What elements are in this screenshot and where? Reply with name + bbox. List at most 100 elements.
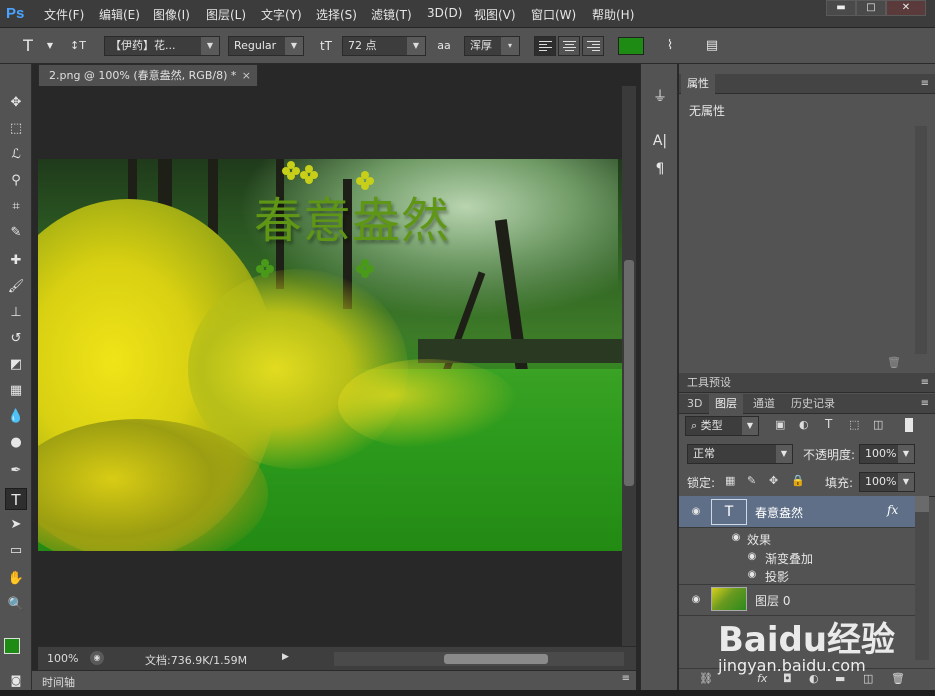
warp-text-icon[interactable]: ⌇ — [660, 36, 680, 56]
character-panel-toggle-icon[interactable]: ▤ — [702, 36, 722, 56]
fx-icon[interactable]: fx — [887, 503, 898, 517]
paragraph-panel-icon[interactable]: ¶ — [649, 158, 671, 180]
menu-view[interactable]: 视图(V) — [474, 6, 516, 23]
tab-layers[interactable]: 图层 — [709, 394, 743, 414]
lock-pixels-icon[interactable]: ✎ — [747, 474, 756, 487]
close-button[interactable]: ✕ — [886, 0, 926, 16]
path-selection-tool-icon[interactable]: ➤ — [5, 514, 27, 536]
minimize-button[interactable]: ▬ — [826, 0, 856, 16]
panel-menu-icon[interactable]: ≡ — [921, 394, 929, 414]
menu-type[interactable]: 文字(Y) — [261, 6, 302, 23]
layer-effects-row[interactable]: ◉ 效果 — [679, 529, 915, 547]
timeline-label[interactable]: 时间轴 — [42, 674, 75, 690]
lock-all-icon[interactable]: 🔒 — [791, 474, 805, 487]
quick-mask-icon[interactable]: ◙ — [5, 670, 27, 692]
document-tab[interactable]: 2.png @ 100% (春意盎然, RGB/8) * × — [38, 64, 258, 86]
pen-tool-icon[interactable]: ✒ — [5, 460, 27, 482]
zoom-tool-icon[interactable]: 🔍 — [5, 594, 27, 616]
quick-selection-tool-icon[interactable]: ⚲ — [5, 170, 27, 192]
opacity-input[interactable]: 100% ▼ — [859, 444, 915, 464]
layer-name[interactable]: 春意盎然 — [755, 504, 803, 521]
menu-edit[interactable]: 编辑(E) — [99, 6, 140, 23]
blend-mode-select[interactable]: 正常 ▼ — [687, 444, 793, 464]
eye-icon[interactable]: ◉ — [729, 532, 743, 544]
blur-tool-icon[interactable]: 💧 — [5, 406, 27, 428]
tab-3d[interactable]: 3D — [681, 394, 708, 414]
tab-channels[interactable]: 通道 — [747, 394, 781, 414]
tab-tool-presets[interactable]: 工具预设 — [681, 373, 737, 393]
text-color-swatch[interactable] — [618, 37, 644, 55]
brush-tool-icon[interactable]: 🖌 — [5, 276, 27, 298]
dodge-tool-icon[interactable]: ● — [5, 432, 27, 454]
link-layers-icon[interactable]: ⛓ — [699, 672, 713, 685]
font-style-select[interactable]: Regular ▼ — [228, 36, 304, 56]
align-center-button[interactable] — [558, 36, 580, 56]
horizontal-scrollbar-thumb[interactable] — [444, 654, 548, 664]
filter-toggle-icon[interactable] — [905, 418, 913, 432]
align-left-button[interactable] — [534, 36, 556, 56]
canvas-text-layer[interactable]: 春意盎然 — [254, 181, 450, 251]
panel-menu-icon[interactable]: ≡ — [622, 673, 630, 684]
menu-filter[interactable]: 滤镜(T) — [371, 6, 412, 23]
layer-row-text[interactable]: ◉ T 春意盎然 fx — [679, 496, 915, 528]
menu-select[interactable]: 选择(S) — [316, 6, 357, 23]
healing-brush-tool-icon[interactable]: ✚ — [5, 250, 27, 272]
font-family-select[interactable]: 【伊药】花... ▼ — [104, 36, 220, 56]
lock-transparent-icon[interactable]: ▦ — [725, 474, 735, 487]
character-panel-icon[interactable]: A| — [649, 130, 671, 152]
layer-filter-select[interactable]: ⌕ 类型 ▼ — [685, 416, 759, 436]
status-menu-icon[interactable]: ◉ — [90, 651, 104, 665]
marquee-tool-icon[interactable]: ⬚ — [5, 118, 27, 140]
align-right-button[interactable] — [582, 36, 604, 56]
text-orientation-icon[interactable]: ↕T — [68, 36, 88, 56]
lasso-tool-icon[interactable]: ℒ — [5, 144, 27, 166]
vertical-scrollbar-thumb[interactable] — [624, 260, 634, 486]
layers-scrollbar-thumb[interactable] — [915, 496, 929, 512]
properties-scrollbar[interactable] — [915, 126, 927, 354]
filter-type-icon[interactable]: T — [825, 417, 832, 431]
effect-row[interactable]: ◉ 投影 — [679, 566, 915, 584]
eye-icon[interactable]: ◉ — [689, 506, 703, 518]
menu-help[interactable]: 帮助(H) — [592, 6, 634, 23]
eye-icon[interactable]: ◉ — [745, 551, 759, 563]
effect-row[interactable]: ◉ 渐变叠加 — [679, 548, 915, 566]
eye-icon[interactable]: ◉ — [745, 569, 759, 581]
filter-pixel-icon[interactable]: ▣ — [775, 418, 785, 431]
layers-scrollbar[interactable] — [915, 512, 929, 660]
eraser-tool-icon[interactable]: ◩ — [5, 354, 27, 376]
gradient-tool-icon[interactable]: ▦ — [5, 380, 27, 402]
eyedropper-tool-icon[interactable]: ✎ — [5, 222, 27, 244]
move-tool-icon[interactable]: ✥ — [5, 92, 27, 114]
document-image[interactable]: 春意盎然 — [38, 159, 622, 551]
maximize-button[interactable]: □ — [856, 0, 886, 16]
lock-position-icon[interactable]: ✥ — [769, 474, 778, 487]
hand-tool-icon[interactable]: ✋ — [5, 568, 27, 590]
status-arrow-icon[interactable]: ▶ — [282, 652, 289, 662]
rectangle-tool-icon[interactable]: ▭ — [5, 540, 27, 562]
close-icon[interactable]: × — [242, 65, 251, 87]
antialias-select[interactable]: 浑厚 ▾ — [464, 36, 520, 56]
type-tool-icon[interactable]: T — [5, 488, 27, 510]
vertical-scrollbar[interactable] — [622, 86, 636, 646]
menu-file[interactable]: 文件(F) — [44, 6, 84, 23]
menu-image[interactable]: 图像(I) — [153, 6, 190, 23]
crop-tool-icon[interactable]: ⌗ — [5, 196, 27, 218]
filter-smart-object-icon[interactable]: ◫ — [873, 418, 883, 431]
clone-stamp-tool-icon[interactable]: ⊥ — [5, 302, 27, 324]
menu-3d[interactable]: 3D(D) — [427, 6, 462, 20]
menu-layer[interactable]: 图层(L) — [206, 6, 246, 23]
fill-input[interactable]: 100% ▼ — [859, 472, 915, 492]
font-size-select[interactable]: 72 点 ▼ — [342, 36, 426, 56]
menu-window[interactable]: 窗口(W) — [531, 6, 576, 23]
tab-properties[interactable]: 属性 — [681, 74, 715, 94]
chevron-down-icon[interactable]: ▼ — [40, 36, 60, 56]
filter-shape-icon[interactable]: ⬚ — [849, 418, 859, 431]
foreground-color-swatch[interactable] — [4, 638, 20, 654]
layer-name[interactable]: 图层 0 — [755, 592, 790, 609]
panel-menu-icon[interactable]: ≡ — [921, 74, 929, 94]
zoom-level[interactable]: 100% — [47, 652, 78, 665]
tab-history[interactable]: 历史记录 — [785, 394, 841, 414]
text-tool-preset-icon[interactable]: T — [18, 36, 38, 56]
history-brush-tool-icon[interactable]: ↺ — [5, 328, 27, 350]
eye-icon[interactable]: ◉ — [689, 594, 703, 606]
